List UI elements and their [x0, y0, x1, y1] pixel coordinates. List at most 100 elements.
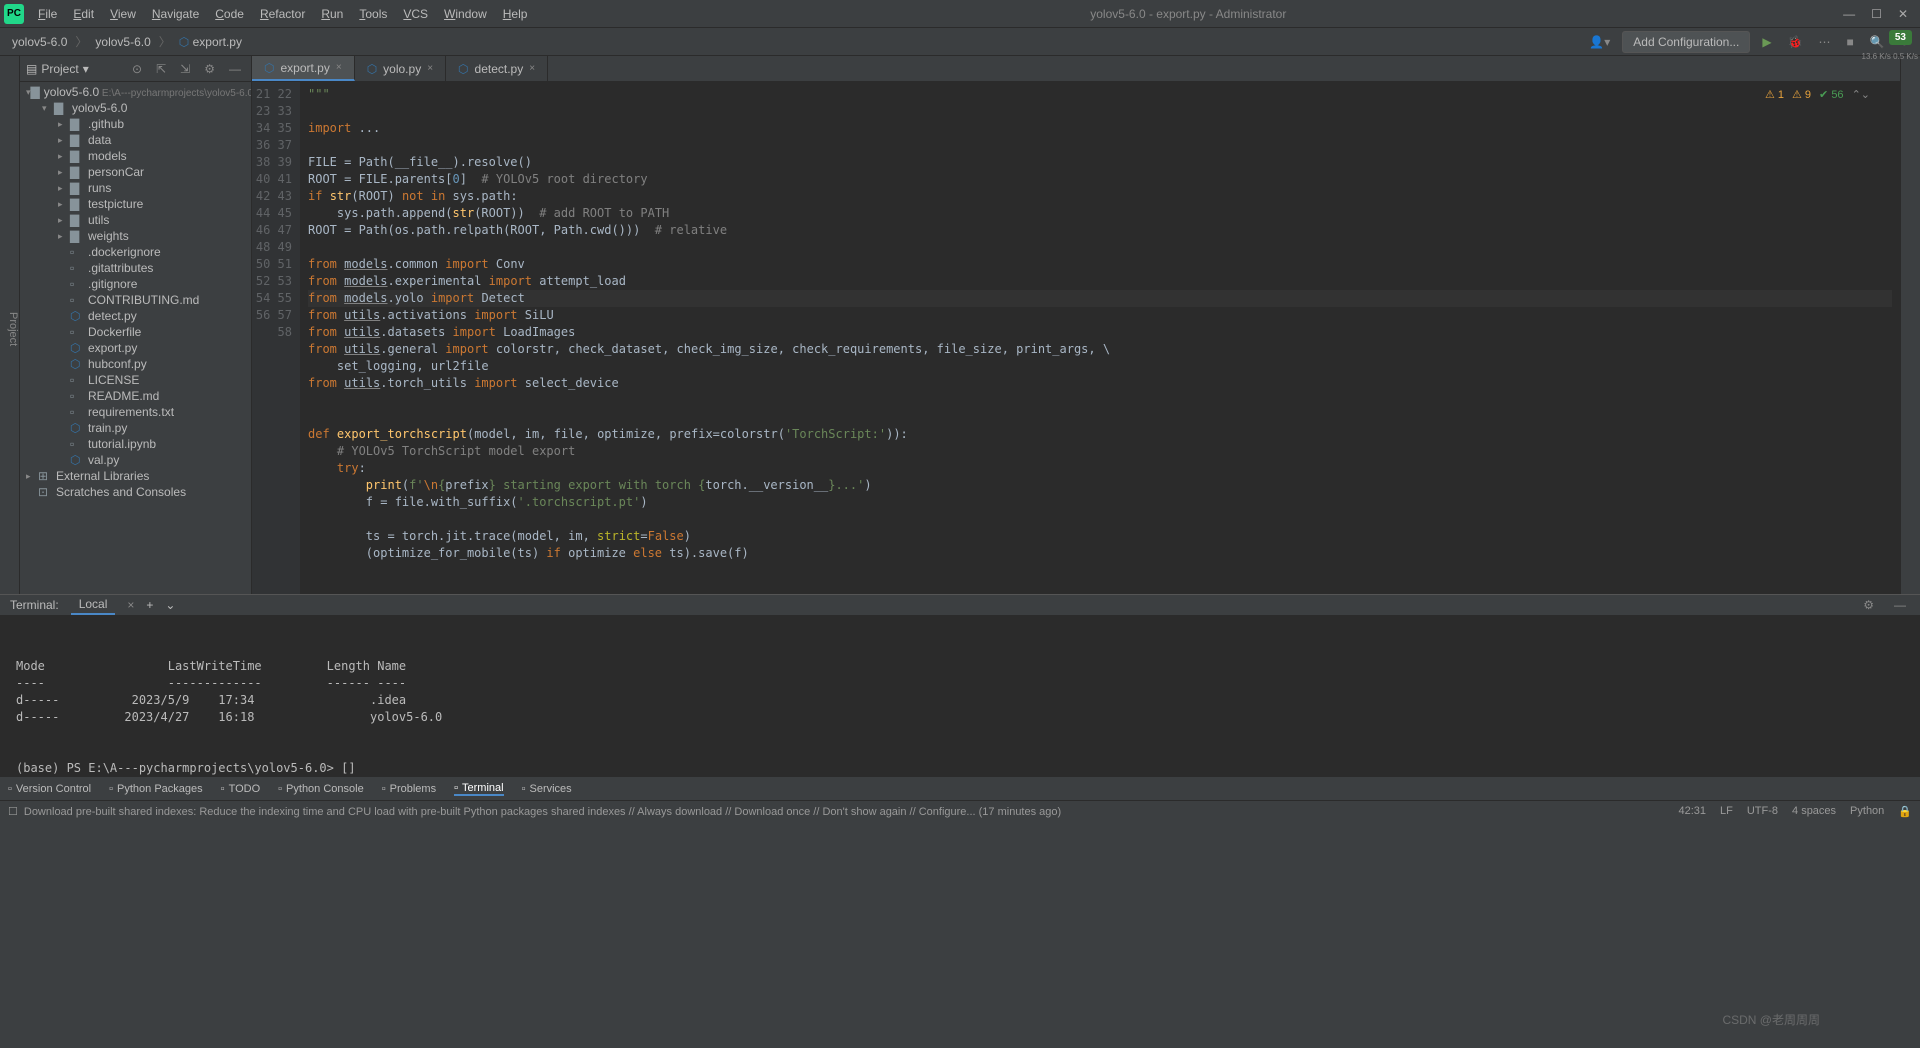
tree-item[interactable]: ▾▇yolov5-6.0 E:\A---pycharmprojects\yolo… [20, 84, 251, 100]
line-sep[interactable]: LF [1720, 805, 1733, 818]
collapse-icon[interactable]: ⇲ [176, 60, 194, 78]
code-content[interactable]: """ import ... FILE = Path(__file__).res… [300, 82, 1900, 594]
run-icon[interactable]: ▶ [1758, 33, 1775, 51]
tree-item[interactable]: ▫Dockerfile [20, 324, 251, 340]
status-icon[interactable]: ☐ [8, 805, 18, 818]
debug-icon[interactable]: 🐞 [1784, 33, 1807, 51]
tool-version-control[interactable]: ▫Version Control [8, 783, 91, 795]
terminal-header: Terminal: Local × + ⌄ ⚙ — [0, 595, 1920, 616]
maximize-icon[interactable]: ☐ [1871, 7, 1882, 21]
terminal-dropdown-icon[interactable]: ⌄ [165, 598, 175, 612]
terminal-content[interactable]: Mode LastWriteTime Length Name ---- ----… [0, 616, 1920, 785]
tab-detect-py[interactable]: ⬡detect.py× [446, 56, 548, 81]
menu-view[interactable]: View [104, 4, 142, 24]
more-run-icon[interactable]: ⋯ [1815, 33, 1835, 51]
tree-item[interactable]: ⬡hubconf.py [20, 356, 251, 372]
up-down-icon[interactable]: ⌃⌄ [1852, 88, 1870, 101]
close-icon[interactable]: ✕ [1898, 7, 1908, 21]
terminal-tab-local[interactable]: Local [71, 595, 116, 615]
interpreter[interactable]: Python [1850, 805, 1884, 818]
menu-help[interactable]: Help [497, 4, 534, 24]
select-opened-icon[interactable]: ⊙ [128, 60, 146, 78]
expand-icon[interactable]: ⇱ [152, 60, 170, 78]
tree-item[interactable]: ▸▇personCar [20, 164, 251, 180]
tool-problems[interactable]: ▫Problems [382, 783, 436, 795]
tree-item[interactable]: ▫.gitattributes [20, 260, 251, 276]
tree-item[interactable]: ⬡train.py [20, 420, 251, 436]
tree-item[interactable]: ▫requirements.txt [20, 404, 251, 420]
breadcrumb-item[interactable]: yolov5-6.0 [91, 33, 154, 51]
tool-terminal[interactable]: ▫Terminal [454, 782, 503, 796]
tree-item[interactable]: ▸▇utils [20, 212, 251, 228]
tab-close-icon[interactable]: × [529, 63, 535, 74]
caret-pos[interactable]: 42:31 [1678, 805, 1706, 818]
tree-item[interactable]: ▸▇models [20, 148, 251, 164]
minimize-icon[interactable]: — [1843, 7, 1855, 21]
tree-item[interactable]: ⊡Scratches and Consoles [20, 484, 251, 500]
weak-warning-icon[interactable]: ⚠ 9 [1792, 88, 1811, 101]
menu-run[interactable]: Run [315, 4, 349, 24]
menu-window[interactable]: Window [438, 4, 493, 24]
check-icon[interactable]: ✔ 56 [1819, 88, 1844, 101]
tree-item[interactable]: ▫CONTRIBUTING.md [20, 292, 251, 308]
breadcrumb: yolov5-6.0〉yolov5-6.0〉⬡ export.py [8, 33, 1585, 51]
menu-refactor[interactable]: Refactor [254, 4, 311, 24]
menu-vcs[interactable]: VCS [397, 4, 434, 24]
tree-item[interactable]: ▫README.md [20, 388, 251, 404]
tab-export-py[interactable]: ⬡export.py× [252, 56, 355, 81]
tree-item[interactable]: ⬡export.py [20, 340, 251, 356]
tree-item[interactable]: ▫.gitignore [20, 276, 251, 292]
tree-item[interactable]: ▸▇weights [20, 228, 251, 244]
stop-icon[interactable]: ■ [1843, 33, 1858, 51]
tab-yolo-py[interactable]: ⬡yolo.py× [355, 56, 446, 81]
menu-navigate[interactable]: Navigate [146, 4, 205, 24]
tree-item[interactable]: ▫LICENSE [20, 372, 251, 388]
tree-item[interactable]: ▫.dockerignore [20, 244, 251, 260]
tab-close-icon[interactable]: × [427, 63, 433, 74]
tree-item[interactable]: ▫tutorial.ipynb [20, 436, 251, 452]
add-config-button[interactable]: Add Configuration... [1622, 31, 1750, 53]
tree-item[interactable]: ▸▇data [20, 132, 251, 148]
menu-code[interactable]: Code [209, 4, 250, 24]
menu-file[interactable]: File [32, 4, 63, 24]
tool-todo[interactable]: ▫TODO [221, 783, 260, 795]
add-terminal-icon[interactable]: + [146, 598, 153, 612]
terminal-hide-icon[interactable]: — [1890, 596, 1910, 614]
indent[interactable]: 4 spaces [1792, 805, 1836, 818]
sidebar-left[interactable]: Project [0, 56, 20, 594]
terminal-panel: Terminal: Local × + ⌄ ⚙ — Mode LastWrite… [0, 594, 1920, 776]
tree-item[interactable]: ▸⊞External Libraries [20, 468, 251, 484]
user-icon[interactable]: 👤▾ [1585, 33, 1614, 51]
tab-close-icon[interactable]: × [336, 62, 342, 73]
terminal-settings-icon[interactable]: ⚙ [1859, 596, 1878, 614]
status-message[interactable]: Download pre-built shared indexes: Reduc… [24, 806, 1061, 818]
code-markers[interactable]: ⚠ 1 ⚠ 9 ✔ 56 ⌃⌄ [1765, 88, 1870, 101]
code-area[interactable]: 21 22 23 33 34 35 36 37 38 39 40 41 42 4… [252, 82, 1900, 594]
breadcrumb-item[interactable]: yolov5-6.0 [8, 33, 71, 51]
tool-python-console[interactable]: ▫Python Console [278, 783, 364, 795]
watermark: CSDN @老周周周 [1722, 1011, 1820, 1028]
lock-icon[interactable]: 🔒 [1898, 805, 1912, 818]
terminal-tab-close-icon[interactable]: × [127, 598, 134, 612]
chevron-down-icon[interactable]: ▾ [83, 62, 89, 76]
tree-item[interactable]: ▸▇.github [20, 116, 251, 132]
tree-item[interactable]: ▸▇testpicture [20, 196, 251, 212]
menu-tools[interactable]: Tools [353, 4, 393, 24]
tool-services[interactable]: ▫Services [522, 783, 572, 795]
hide-icon[interactable]: — [225, 60, 245, 78]
breadcrumb-item[interactable]: ⬡ export.py [175, 33, 246, 51]
tree-item[interactable]: ⬡detect.py [20, 308, 251, 324]
search-icon[interactable]: 🔍 [1866, 33, 1889, 51]
encoding[interactable]: UTF-8 [1747, 805, 1778, 818]
tree-item[interactable]: ⬡val.py [20, 452, 251, 468]
tool-python-packages[interactable]: ▫Python Packages [109, 783, 203, 795]
menu-edit[interactable]: Edit [67, 4, 100, 24]
perf-badge: 53 [1889, 30, 1912, 45]
warning-icon[interactable]: ⚠ 1 [1765, 88, 1784, 101]
project-tree[interactable]: ▾▇yolov5-6.0 E:\A---pycharmprojects\yolo… [20, 82, 251, 594]
status-bar: ☐ Download pre-built shared indexes: Red… [0, 800, 1920, 822]
settings-icon[interactable]: ⚙ [200, 60, 219, 78]
tree-item[interactable]: ▾▇yolov5-6.0 [20, 100, 251, 116]
project-panel: ▤ Project ▾ ⊙ ⇱ ⇲ ⚙ — ▾▇yolov5-6.0 E:\A-… [20, 56, 252, 594]
tree-item[interactable]: ▸▇runs [20, 180, 251, 196]
